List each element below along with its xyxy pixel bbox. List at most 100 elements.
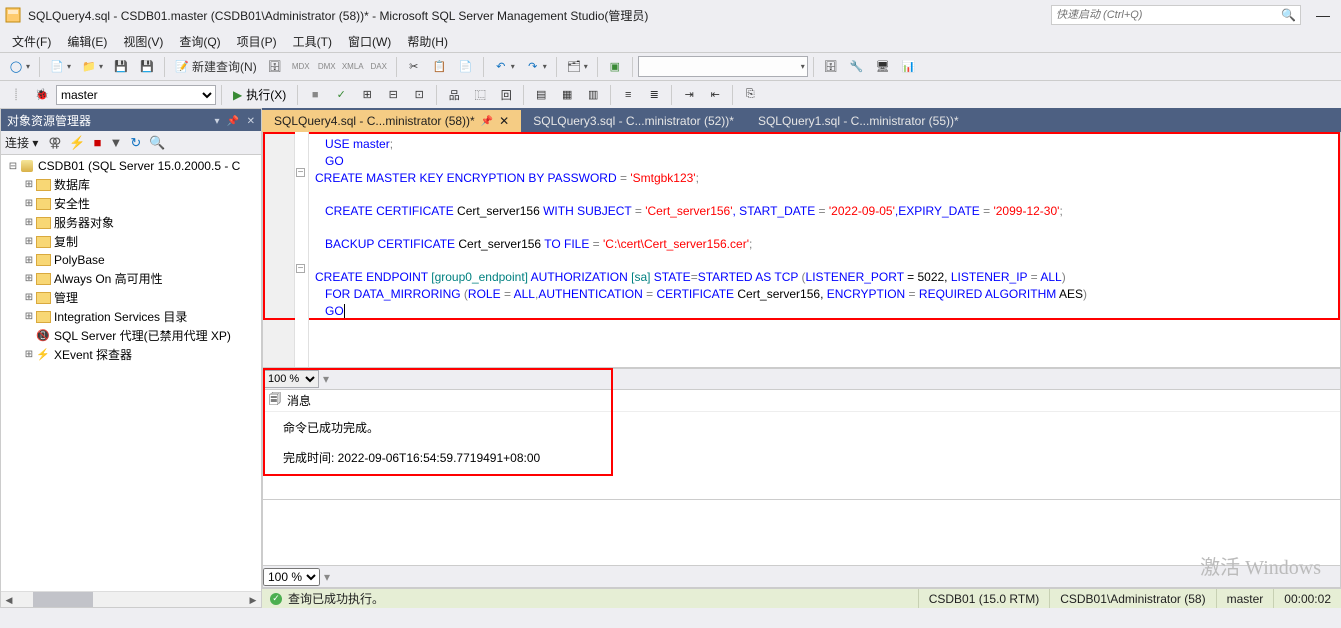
menu-file[interactable]: 文件(F) bbox=[4, 31, 59, 52]
open-item-button[interactable]: 📁▾ bbox=[77, 56, 107, 78]
results-to-text-button[interactable]: ▤ bbox=[529, 84, 553, 106]
stop-button-oe[interactable]: ■ bbox=[92, 135, 104, 150]
live-stats-button[interactable]: ⿺ bbox=[468, 84, 492, 106]
redo-button[interactable]: ↷▾ bbox=[521, 56, 551, 78]
specify-values-button[interactable]: ⎘ bbox=[738, 84, 762, 106]
properties-button[interactable]: 🔧 bbox=[845, 56, 869, 78]
tab-sqlquery3[interactable]: SQLQuery3.sql - C...ministrator (52))* bbox=[521, 110, 746, 132]
toolbar-main: ◯▾ 📄▾ 📁▾ 💾 💾 📝新建查询(N) 🗄 MDX DMX XMLA DAX… bbox=[0, 52, 1341, 80]
object-tree[interactable]: ⊟CSDB01 (SQL Server 15.0.2000.5 - C ⊞数据库… bbox=[1, 155, 261, 591]
tab-sqlquery4[interactable]: SQLQuery4.sql - C...ministrator (58))*📌✕ bbox=[262, 110, 521, 132]
connect-button[interactable]: ⚢ bbox=[46, 135, 63, 151]
panel-pin-button[interactable]: 📌 bbox=[227, 116, 239, 127]
engine-query-button[interactable]: 🗄 bbox=[263, 56, 287, 78]
solution-button[interactable]: 🗂▾ bbox=[562, 56, 592, 78]
mdx-query-button[interactable]: MDX bbox=[289, 56, 313, 78]
new-item-button[interactable]: 📄▾ bbox=[45, 56, 75, 78]
menu-tools[interactable]: 工具(T) bbox=[285, 31, 340, 52]
search-icon[interactable]: 🔍 bbox=[1281, 8, 1296, 22]
object-explorer-button[interactable]: 📊 bbox=[897, 56, 921, 78]
save-all-button[interactable]: 💾 bbox=[135, 56, 159, 78]
database-select[interactable]: master bbox=[56, 85, 216, 105]
menu-view[interactable]: 视图(V) bbox=[115, 31, 171, 52]
tree-integration-services[interactable]: ⊞Integration Services 目录 bbox=[1, 307, 261, 326]
window-controls: — bbox=[1309, 7, 1337, 23]
filter-button[interactable]: ▼ bbox=[107, 135, 124, 150]
disconnect-button[interactable]: ⚡ bbox=[67, 135, 87, 151]
object-explorer-toolbar: 连接 ▾ ⚢ ⚡ ■ ▼ ↻ 🔍 bbox=[1, 131, 261, 155]
tree-sql-agent[interactable]: 📵SQL Server 代理(已禁用代理 XP) bbox=[1, 326, 261, 345]
panel-close-button[interactable]: ✕ bbox=[247, 116, 255, 127]
menu-project[interactable]: 项目(P) bbox=[229, 31, 285, 52]
close-icon[interactable]: ✕ bbox=[499, 114, 509, 128]
object-explorer-title: 对象资源管理器 bbox=[7, 112, 91, 129]
template-button[interactable]: 🖥 bbox=[871, 56, 895, 78]
dax-query-button[interactable]: DAX bbox=[367, 56, 391, 78]
cut-button[interactable]: ✂ bbox=[402, 56, 426, 78]
zoom-select[interactable]: 100 % bbox=[263, 370, 319, 388]
actual-plan-button[interactable]: 品 bbox=[442, 84, 466, 106]
paste-button[interactable]: 📄 bbox=[454, 56, 478, 78]
zoom-select-2[interactable]: 100 % bbox=[263, 568, 320, 586]
debug-button[interactable]: 🐞 bbox=[30, 84, 54, 106]
results-to-file-button[interactable]: ▥ bbox=[581, 84, 605, 106]
parse-button[interactable]: ✓ bbox=[329, 84, 353, 106]
sql-editor[interactable]: USE master; GO CREATE MASTER KEY ENCRYPT… bbox=[309, 132, 1340, 367]
search-oe-button[interactable]: 🔍 bbox=[147, 135, 167, 151]
menu-window[interactable]: 窗口(W) bbox=[340, 31, 399, 52]
xmla-query-button[interactable]: XMLA bbox=[341, 56, 365, 78]
intellisense-button[interactable]: ⊡ bbox=[407, 84, 431, 106]
stop-button[interactable]: ■ bbox=[303, 84, 327, 106]
content-area: SQLQuery4.sql - C...ministrator (58))*📌✕… bbox=[262, 108, 1341, 608]
registered-servers-button[interactable]: 🗄 bbox=[819, 56, 843, 78]
save-button[interactable]: 💾 bbox=[109, 56, 133, 78]
tree-polybase[interactable]: ⊞PolyBase bbox=[1, 251, 261, 269]
uncomment-button[interactable]: ≣ bbox=[642, 84, 666, 106]
tree-server-objects[interactable]: ⊞服务器对象 bbox=[1, 213, 261, 232]
sidebar-scrollbar[interactable]: ◀▶ bbox=[1, 591, 261, 607]
undo-button[interactable]: ↶▾ bbox=[489, 56, 519, 78]
indent-button[interactable]: ⇥ bbox=[677, 84, 701, 106]
dmx-query-button[interactable]: DMX bbox=[315, 56, 339, 78]
tab-sqlquery1[interactable]: SQLQuery1.sql - C...ministrator (55))* bbox=[746, 110, 971, 132]
object-explorer-header: 对象资源管理器 ▾ 📌 ✕ bbox=[1, 109, 261, 131]
nav-back-button[interactable]: ◯▾ bbox=[4, 56, 34, 78]
statusbar: ✓ 查询已成功执行。 CSDB01 (15.0 RTM) CSDB01\Admi… bbox=[262, 588, 1341, 608]
refresh-button[interactable]: ↻ bbox=[128, 135, 143, 151]
tree-management[interactable]: ⊞管理 bbox=[1, 288, 261, 307]
menu-help[interactable]: 帮助(H) bbox=[399, 31, 456, 52]
drag-handle[interactable]: ⸽ bbox=[4, 84, 28, 106]
query-options-button[interactable]: ⊟ bbox=[381, 84, 405, 106]
tree-security[interactable]: ⊞安全性 bbox=[1, 194, 261, 213]
menu-query[interactable]: 查询(Q) bbox=[171, 31, 228, 52]
estimated-plan-button[interactable]: ⊞ bbox=[355, 84, 379, 106]
copy-button[interactable]: 📋 bbox=[428, 56, 452, 78]
messages-header[interactable]: 🗐 消息 bbox=[263, 390, 1340, 412]
execute-button[interactable]: ▶执行(X) bbox=[227, 84, 292, 105]
solution-combo[interactable]: ▾ bbox=[638, 56, 808, 77]
outdent-button[interactable]: ⇤ bbox=[703, 84, 727, 106]
tree-xevent[interactable]: ⊞⚡XEvent 探查器 bbox=[1, 345, 261, 364]
quick-launch-box[interactable]: 🔍 bbox=[1051, 5, 1301, 25]
xevent-icon: ⚡ bbox=[35, 347, 51, 363]
tree-databases[interactable]: ⊞数据库 bbox=[1, 175, 261, 194]
panel-options-button[interactable]: ▾ bbox=[214, 116, 219, 127]
menu-edit[interactable]: 编辑(E) bbox=[59, 31, 115, 52]
folder-icon bbox=[35, 252, 51, 268]
results-spacer: 激活 Windows 100 % ▾ bbox=[262, 500, 1341, 588]
comment-button[interactable]: ≡ bbox=[616, 84, 640, 106]
activity-monitor-button[interactable]: ▣ bbox=[603, 56, 627, 78]
connect-label[interactable]: 连接 ▾ bbox=[5, 134, 38, 151]
new-query-button[interactable]: 📝新建查询(N) bbox=[170, 56, 261, 78]
tree-replication[interactable]: ⊞复制 bbox=[1, 232, 261, 251]
minimize-button[interactable]: — bbox=[1309, 7, 1337, 23]
results-to-grid-button[interactable]: ▦ bbox=[555, 84, 579, 106]
quick-launch-input[interactable] bbox=[1056, 9, 1277, 21]
tree-server-node[interactable]: ⊟CSDB01 (SQL Server 15.0.2000.5 - C bbox=[1, 157, 261, 175]
folder-icon bbox=[35, 177, 51, 193]
msg-line-1: 命令已成功完成。 bbox=[283, 418, 1320, 438]
tree-always-on[interactable]: ⊞Always On 高可用性 bbox=[1, 269, 261, 288]
pin-icon[interactable]: 📌 bbox=[481, 116, 493, 127]
client-stats-button[interactable]: 回 bbox=[494, 84, 518, 106]
folder-icon bbox=[35, 271, 51, 287]
